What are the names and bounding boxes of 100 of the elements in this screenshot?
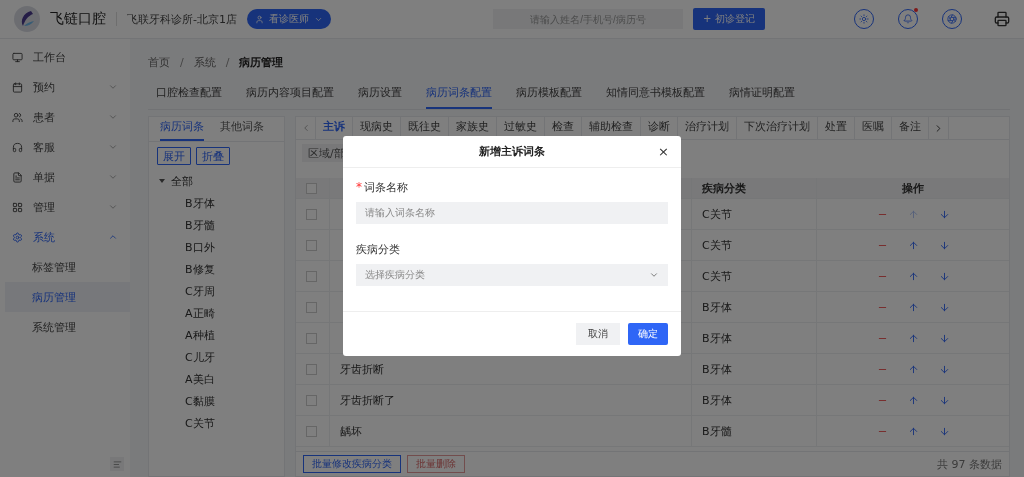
arrow-up-icon[interactable] (907, 301, 919, 313)
tab[interactable]: 知情同意书模板配置 (606, 85, 705, 109)
arrow-up-icon[interactable] (907, 270, 919, 282)
checkbox[interactable] (306, 394, 317, 406)
breadcrumb-item[interactable]: 系统 (193, 54, 216, 70)
collapse-button[interactable] (110, 457, 124, 471)
gear-icon (12, 231, 23, 243)
tree-node[interactable]: C黏膜 (149, 390, 284, 412)
breadcrumb-item[interactable]: 首页 (148, 54, 170, 70)
tree-node[interactable]: A种植 (149, 324, 284, 346)
checkbox[interactable] (306, 425, 317, 437)
arrow-down-icon[interactable] (938, 332, 950, 344)
arrow-down-icon[interactable] (938, 425, 950, 437)
caret-icon[interactable] (159, 179, 165, 183)
checkbox[interactable] (306, 239, 317, 251)
field-label: 词条名称 (364, 179, 408, 195)
dialog-title: 新增主诉词条 (479, 143, 545, 159)
checkbox[interactable] (306, 301, 317, 313)
sub-tab[interactable]: 下次治疗计划 (737, 117, 818, 139)
calendar-icon (12, 81, 23, 93)
table-cell: 牙齿折断了 (340, 392, 395, 408)
panel-tab[interactable]: 其他词条 (220, 119, 264, 141)
sidebar-subitem[interactable]: 标签管理 (5, 252, 130, 282)
arrow-up-icon[interactable] (907, 425, 919, 437)
close-button[interactable]: × (658, 143, 669, 159)
arrow-down-icon[interactable] (938, 301, 950, 313)
sidebar-item[interactable]: 患者 (33, 109, 98, 125)
tree-node[interactable]: 全部 (171, 173, 193, 189)
sidebar-item[interactable]: 系统 (33, 229, 98, 245)
tree-node[interactable]: B口外 (149, 236, 284, 258)
total-count: 共 97 条数据 (937, 456, 1002, 472)
tab[interactable]: 病情证明配置 (729, 85, 795, 109)
table-cell: C关节 (702, 237, 732, 253)
table-cell: B牙髓 (702, 423, 732, 439)
arrow-up-icon[interactable] (907, 394, 919, 406)
checkbox[interactable] (306, 208, 317, 220)
select-field[interactable]: 选择疾病分类 (356, 263, 668, 286)
sidebar-item[interactable]: 预约 (33, 79, 98, 95)
user-icon (254, 14, 264, 24)
sidebar-subitem[interactable]: 病历管理 (5, 282, 130, 312)
table-cell: C关节 (702, 268, 732, 284)
tree-node[interactable]: C儿牙 (149, 346, 284, 368)
table-cell: B牙体 (702, 361, 732, 377)
column-header: 疾病分类 (702, 180, 746, 196)
tab[interactable]: 病历模板配置 (516, 85, 582, 109)
arrow-down-icon[interactable] (938, 208, 950, 220)
checkbox[interactable] (306, 270, 317, 282)
aperture-button[interactable] (942, 9, 962, 29)
arrow-up-icon[interactable] (907, 239, 919, 251)
tab[interactable]: 病历内容项目配置 (246, 85, 334, 109)
arrow-up-icon[interactable] (907, 332, 919, 344)
sun-button[interactable] (854, 9, 874, 29)
sub-tab[interactable]: 处置 (818, 117, 855, 139)
breadcrumb-item[interactable]: 病历管理 (239, 54, 284, 70)
tab[interactable]: 口腔检查配置 (156, 85, 222, 109)
tree-node[interactable]: A正畸 (149, 302, 284, 324)
sub-tab[interactable]: 医嘱 (855, 117, 892, 139)
required-mark: * (356, 179, 362, 195)
tree-node[interactable]: B修复 (149, 258, 284, 280)
tree-node[interactable]: B牙体 (149, 192, 284, 214)
sidebar-subitem[interactable]: 系统管理 (5, 312, 130, 342)
confirm-button[interactable]: 确定 (628, 322, 668, 345)
sidebar-item[interactable]: 客服 (33, 139, 98, 155)
table-cell: B牙体 (702, 330, 732, 346)
people-icon (12, 111, 23, 123)
tab[interactable]: 病历词条配置 (426, 85, 492, 109)
monitor-icon (12, 51, 23, 63)
tree-node[interactable]: C关节 (149, 412, 284, 434)
brand-name: 飞链口腔 (50, 10, 106, 28)
arrow-up-icon[interactable] (907, 363, 919, 375)
column-header: 操作 (902, 180, 924, 196)
tree-node[interactable]: C牙周 (149, 280, 284, 302)
printer-icon[interactable] (994, 11, 1010, 27)
notification-button[interactable] (898, 9, 918, 29)
checkbox[interactable] (306, 363, 317, 375)
tree-action-button[interactable]: 折叠 (196, 147, 230, 165)
tree-node[interactable]: B牙髓 (149, 214, 284, 236)
role-button[interactable]: 看诊医师 (246, 9, 331, 29)
table-cell: 龋坏 (340, 423, 362, 439)
arrow-down-icon[interactable] (938, 363, 950, 375)
arrow-down-icon[interactable] (938, 239, 950, 251)
batch-button[interactable]: 批量修改疾病分类 (303, 455, 401, 473)
panel-tab[interactable]: 病历词条 (160, 119, 204, 141)
sidebar-item[interactable]: 管理 (33, 199, 98, 215)
breadcrumb-separator: / (180, 55, 184, 69)
aperture-icon (947, 14, 957, 24)
cancel-button[interactable]: 取消 (576, 322, 620, 345)
arrow-down-icon[interactable] (938, 394, 950, 406)
checkbox[interactable] (306, 182, 317, 194)
tree-action-button[interactable]: 展开 (157, 147, 191, 165)
lines-icon (112, 459, 122, 469)
sidebar-item[interactable]: 工作台 (33, 49, 118, 65)
sidebar-item[interactable]: 单据 (33, 169, 98, 185)
tab[interactable]: 病历设置 (358, 85, 402, 109)
arrow-down-icon[interactable] (938, 270, 950, 282)
tree-node[interactable]: A美白 (149, 368, 284, 390)
input-field[interactable]: 请输入词条名称 (356, 201, 668, 224)
table-cell: 牙齿折断 (340, 361, 384, 377)
register-button[interactable]: + 初诊登记 (692, 8, 765, 30)
checkbox[interactable] (306, 332, 317, 344)
